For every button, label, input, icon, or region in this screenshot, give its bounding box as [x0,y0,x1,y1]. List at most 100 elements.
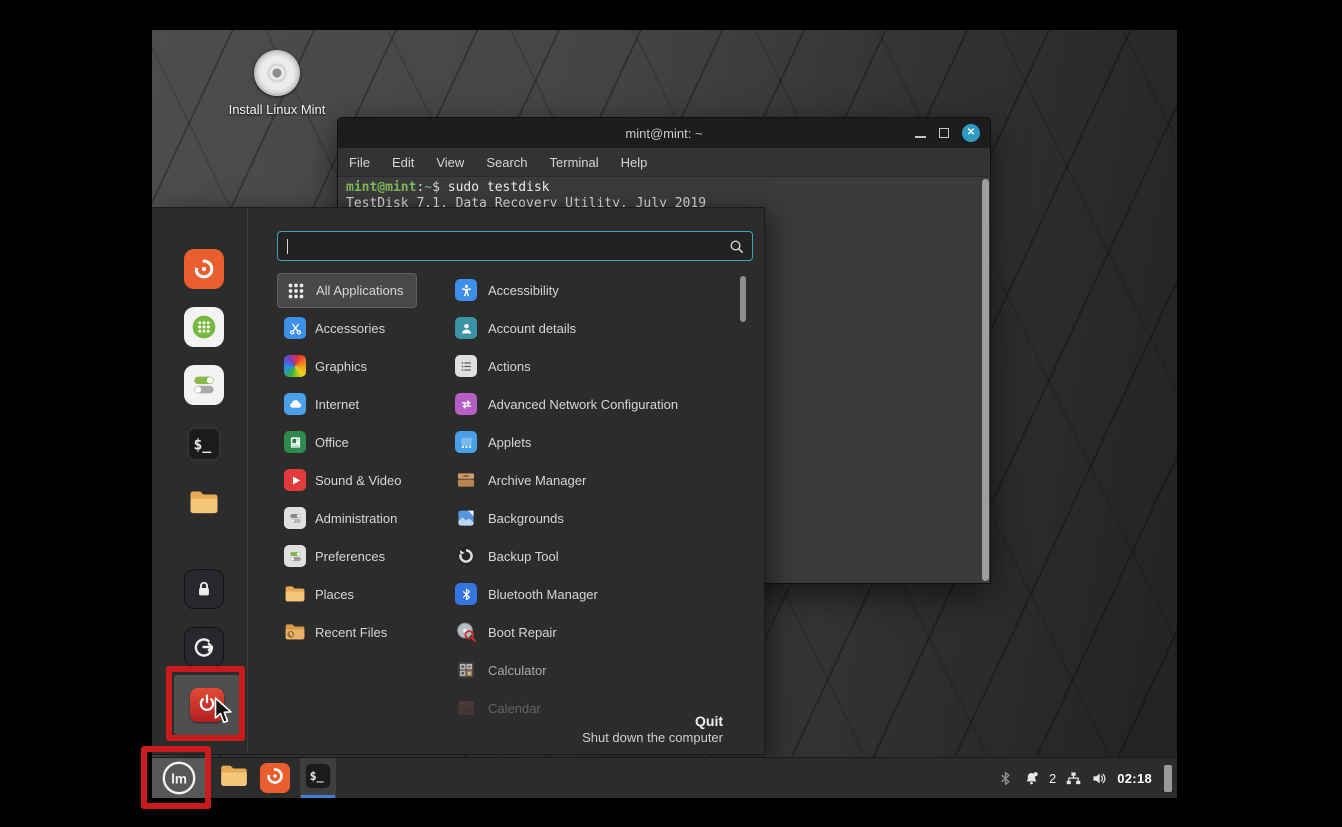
category-label: Administration [315,511,397,526]
favorite-files[interactable] [184,482,224,522]
quit-button[interactable]: Quit Shut down the computer [582,713,723,746]
category-places[interactable]: Places [277,575,367,613]
bluetooth-icon[interactable] [997,770,1014,787]
app-label: Boot Repair [488,625,557,640]
app-label: Calendar [488,701,541,716]
document-icon [284,431,306,453]
app-advanced-network-configuration[interactable]: Advanced Network Configuration [455,385,678,423]
taskbar: lm $_ 2 02:18 [152,757,1177,798]
quit-description: Shut down the computer [582,730,723,746]
menu-view[interactable]: View [436,155,464,170]
app-boot-repair[interactable]: Boot Repair [455,613,678,651]
menu-scrollbar[interactable] [740,276,746,322]
quit-label: Quit [582,713,723,730]
category-preferences[interactable]: Preferences [277,537,398,575]
logout-button[interactable] [184,627,224,667]
category-administration[interactable]: Administration [277,499,410,537]
menu-edit[interactable]: Edit [392,155,414,170]
app-archive-manager[interactable]: Archive Manager [455,461,678,499]
category-label: Accessories [315,321,385,336]
archive-icon [455,469,477,491]
screen: Install Linux Mint mint@mint: ~ ✕ File E… [0,0,1342,827]
app-bluetooth-manager[interactable]: Bluetooth Manager [455,575,678,613]
terminal-scrollbar[interactable] [982,179,989,581]
desktop-icon-label: Install Linux Mint [222,102,332,117]
maximize-icon[interactable] [939,128,949,138]
launcher-firefox[interactable] [260,763,290,793]
folder-icon [284,583,306,605]
app-label: Account details [488,321,576,336]
menu-help[interactable]: Help [621,155,648,170]
category-all-applications[interactable]: All Applications [277,273,417,308]
terminal-prompt-line: mint@mint:~$ sudo testdisk [346,180,982,196]
app-label: Applets [488,435,531,450]
app-label: Actions [488,359,531,374]
close-icon[interactable]: ✕ [962,124,980,142]
app-label: Advanced Network Configuration [488,397,678,412]
network-arrows-icon [455,393,477,415]
app-backgrounds[interactable]: Backgrounds [455,499,678,537]
rainbow-icon [284,355,306,377]
app-label: Accessibility [488,283,559,298]
category-accessories[interactable]: Accessories [277,309,398,347]
taskbar-launchers: $_ [218,758,336,798]
toggles-green-icon [284,545,306,567]
category-label: Office [315,435,349,450]
menu-file[interactable]: File [349,155,370,170]
app-accessibility[interactable]: Accessibility [455,271,678,309]
category-label: Internet [315,397,359,412]
terminal-menubar: File Edit View Search Terminal Help [338,148,990,177]
app-backup-tool[interactable]: Backup Tool [455,537,678,575]
app-applets[interactable]: Applets [455,423,678,461]
category-label: All Applications [316,283,403,298]
firefox-icon [192,257,216,281]
category-internet[interactable]: Internet [277,385,372,423]
application-list: Accessibility Account details Actions Ad… [455,271,678,727]
terminal-titlebar[interactable]: mint@mint: ~ ✕ [338,118,990,148]
menu-search[interactable]: Search [486,155,527,170]
category-label: Preferences [315,549,385,564]
category-recent-files[interactable]: Recent Files [277,613,400,651]
category-graphics[interactable]: Graphics [277,347,380,385]
notification-count: 2 [1049,771,1056,786]
terminal-icon: $_ [303,761,333,796]
app-actions[interactable]: Actions [455,347,678,385]
desktop-icon-install-linux-mint[interactable]: Install Linux Mint [222,50,332,117]
toggles-gray-icon [284,507,306,529]
launcher-files[interactable] [218,762,250,794]
account-icon [455,317,477,339]
scissors-icon [284,317,306,339]
favorite-firefox[interactable] [184,249,224,289]
search-input[interactable] [277,231,753,261]
terminal-icon: $_ [185,425,223,463]
clock[interactable]: 02:18 [1117,771,1152,786]
window-controls: ✕ [915,118,980,148]
bell-icon[interactable] [1023,770,1040,787]
app-account-details[interactable]: Account details [455,309,678,347]
text-cursor [287,239,288,254]
software-manager-icon [188,311,220,343]
category-list: All Applications Accessories Graphics In… [277,271,417,651]
wired-network-icon[interactable] [1065,770,1082,787]
menu-terminal[interactable]: Terminal [550,155,599,170]
app-label: Calculator [488,663,547,678]
cloud-icon [284,393,306,415]
favorite-terminal[interactable]: $_ [184,424,224,464]
category-sound-video[interactable]: Sound & Video [277,461,415,499]
lock-screen-button[interactable] [184,569,224,609]
favorite-software-manager[interactable] [184,307,224,347]
boot-repair-icon [455,621,477,643]
category-label: Sound & Video [315,473,402,488]
taskbar-window-terminal[interactable]: $_ [300,758,336,798]
minimize-icon[interactable] [915,136,926,138]
logout-icon [192,635,216,659]
category-office[interactable]: Office [277,423,362,461]
speaker-icon[interactable] [1091,770,1108,787]
actions-list-icon [455,355,477,377]
show-desktop-button[interactable] [1164,765,1172,792]
folder-clock-icon [284,621,306,643]
app-calculator[interactable]: Calculator [455,651,678,689]
toggles-icon [190,371,218,399]
play-icon [284,469,306,491]
favorite-system-settings[interactable] [184,365,224,405]
